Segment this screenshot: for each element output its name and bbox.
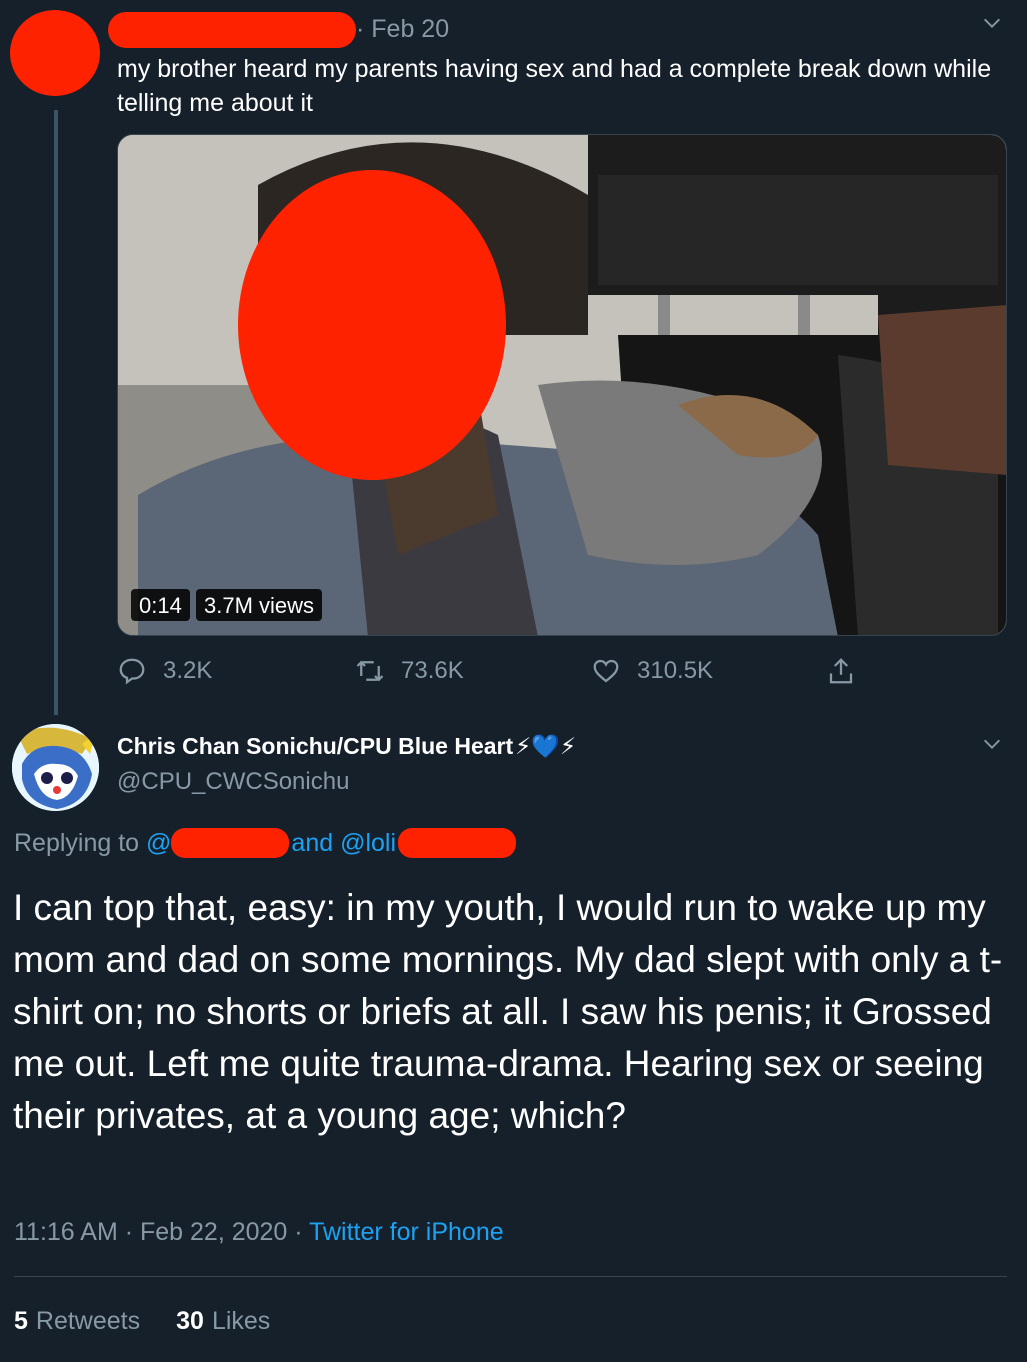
share-button[interactable]	[826, 653, 872, 689]
mention-redacted-2	[398, 828, 517, 858]
retweets-count: 5	[14, 1307, 28, 1335]
avatar-redacted[interactable]	[10, 10, 100, 96]
divider	[14, 1276, 1007, 1277]
replying-prefix: Replying to	[14, 828, 140, 857]
like-button[interactable]: 310.5K	[591, 653, 713, 689]
heart-icon	[593, 659, 619, 683]
replying-to: Replying to @ and @loli	[14, 828, 517, 858]
share-icon	[829, 658, 853, 684]
author-handle[interactable]: @CPU_CWCSonichu	[117, 768, 349, 796]
retweets-stat[interactable]: 5 Retweets	[14, 1307, 140, 1336]
reply-icon	[119, 658, 145, 685]
face-redacted	[238, 170, 506, 480]
tweet-meta: 11:16 AM · Feb 22, 2020 · Twitter for iP…	[14, 1218, 504, 1247]
mention-link-2[interactable]: and @loli	[291, 829, 396, 858]
likes-label: Likes	[211, 1307, 271, 1335]
tweet-text: I can top that, easy: in my youth, I wou…	[13, 887, 1003, 1136]
likes-stat[interactable]: 30 Likes	[176, 1307, 270, 1336]
retweet-count: 73.6K	[401, 657, 464, 684]
like-count: 310.5K	[637, 657, 714, 684]
tweet-stats: 5 Retweets 30 Likes	[14, 1307, 306, 1336]
lightning-heart-emoji-icon: ⚡💙⚡	[515, 733, 577, 759]
retweet-button[interactable]: 73.6K	[355, 653, 464, 689]
chevron-down-icon[interactable]	[981, 733, 1003, 755]
author-display-name: Chris Chan Sonichu/CPU Blue Heart	[117, 733, 514, 759]
reply-button[interactable]: 3.2K	[117, 653, 212, 689]
author-name-redacted[interactable]	[108, 12, 356, 48]
retweets-label: Retweets	[35, 1307, 141, 1335]
avatar[interactable]	[12, 724, 99, 811]
tweet-date[interactable]: · Feb 20	[356, 15, 449, 44]
retweet-icon	[356, 660, 384, 682]
video-views-badge: 3.7M views	[196, 589, 323, 621]
likes-count: 30	[176, 1307, 204, 1335]
thread-connector	[54, 110, 58, 715]
tweet-client-link[interactable]: Twitter for iPhone	[309, 1218, 504, 1246]
tweet-text: my brother heard my parents having sex a…	[117, 55, 992, 117]
reply-count: 3.2K	[163, 657, 213, 684]
chevron-down-icon[interactable]	[981, 12, 1003, 34]
mention-link[interactable]: @	[146, 829, 171, 858]
mention-redacted	[171, 828, 290, 858]
tweet-timestamp[interactable]: 11:16 AM · Feb 22, 2020 ·	[14, 1218, 309, 1246]
avatar-image	[12, 724, 99, 811]
author-name[interactable]: Chris Chan Sonichu/CPU Blue Heart ⚡💙⚡	[117, 733, 576, 760]
video-duration-badge: 0:14	[131, 589, 190, 621]
